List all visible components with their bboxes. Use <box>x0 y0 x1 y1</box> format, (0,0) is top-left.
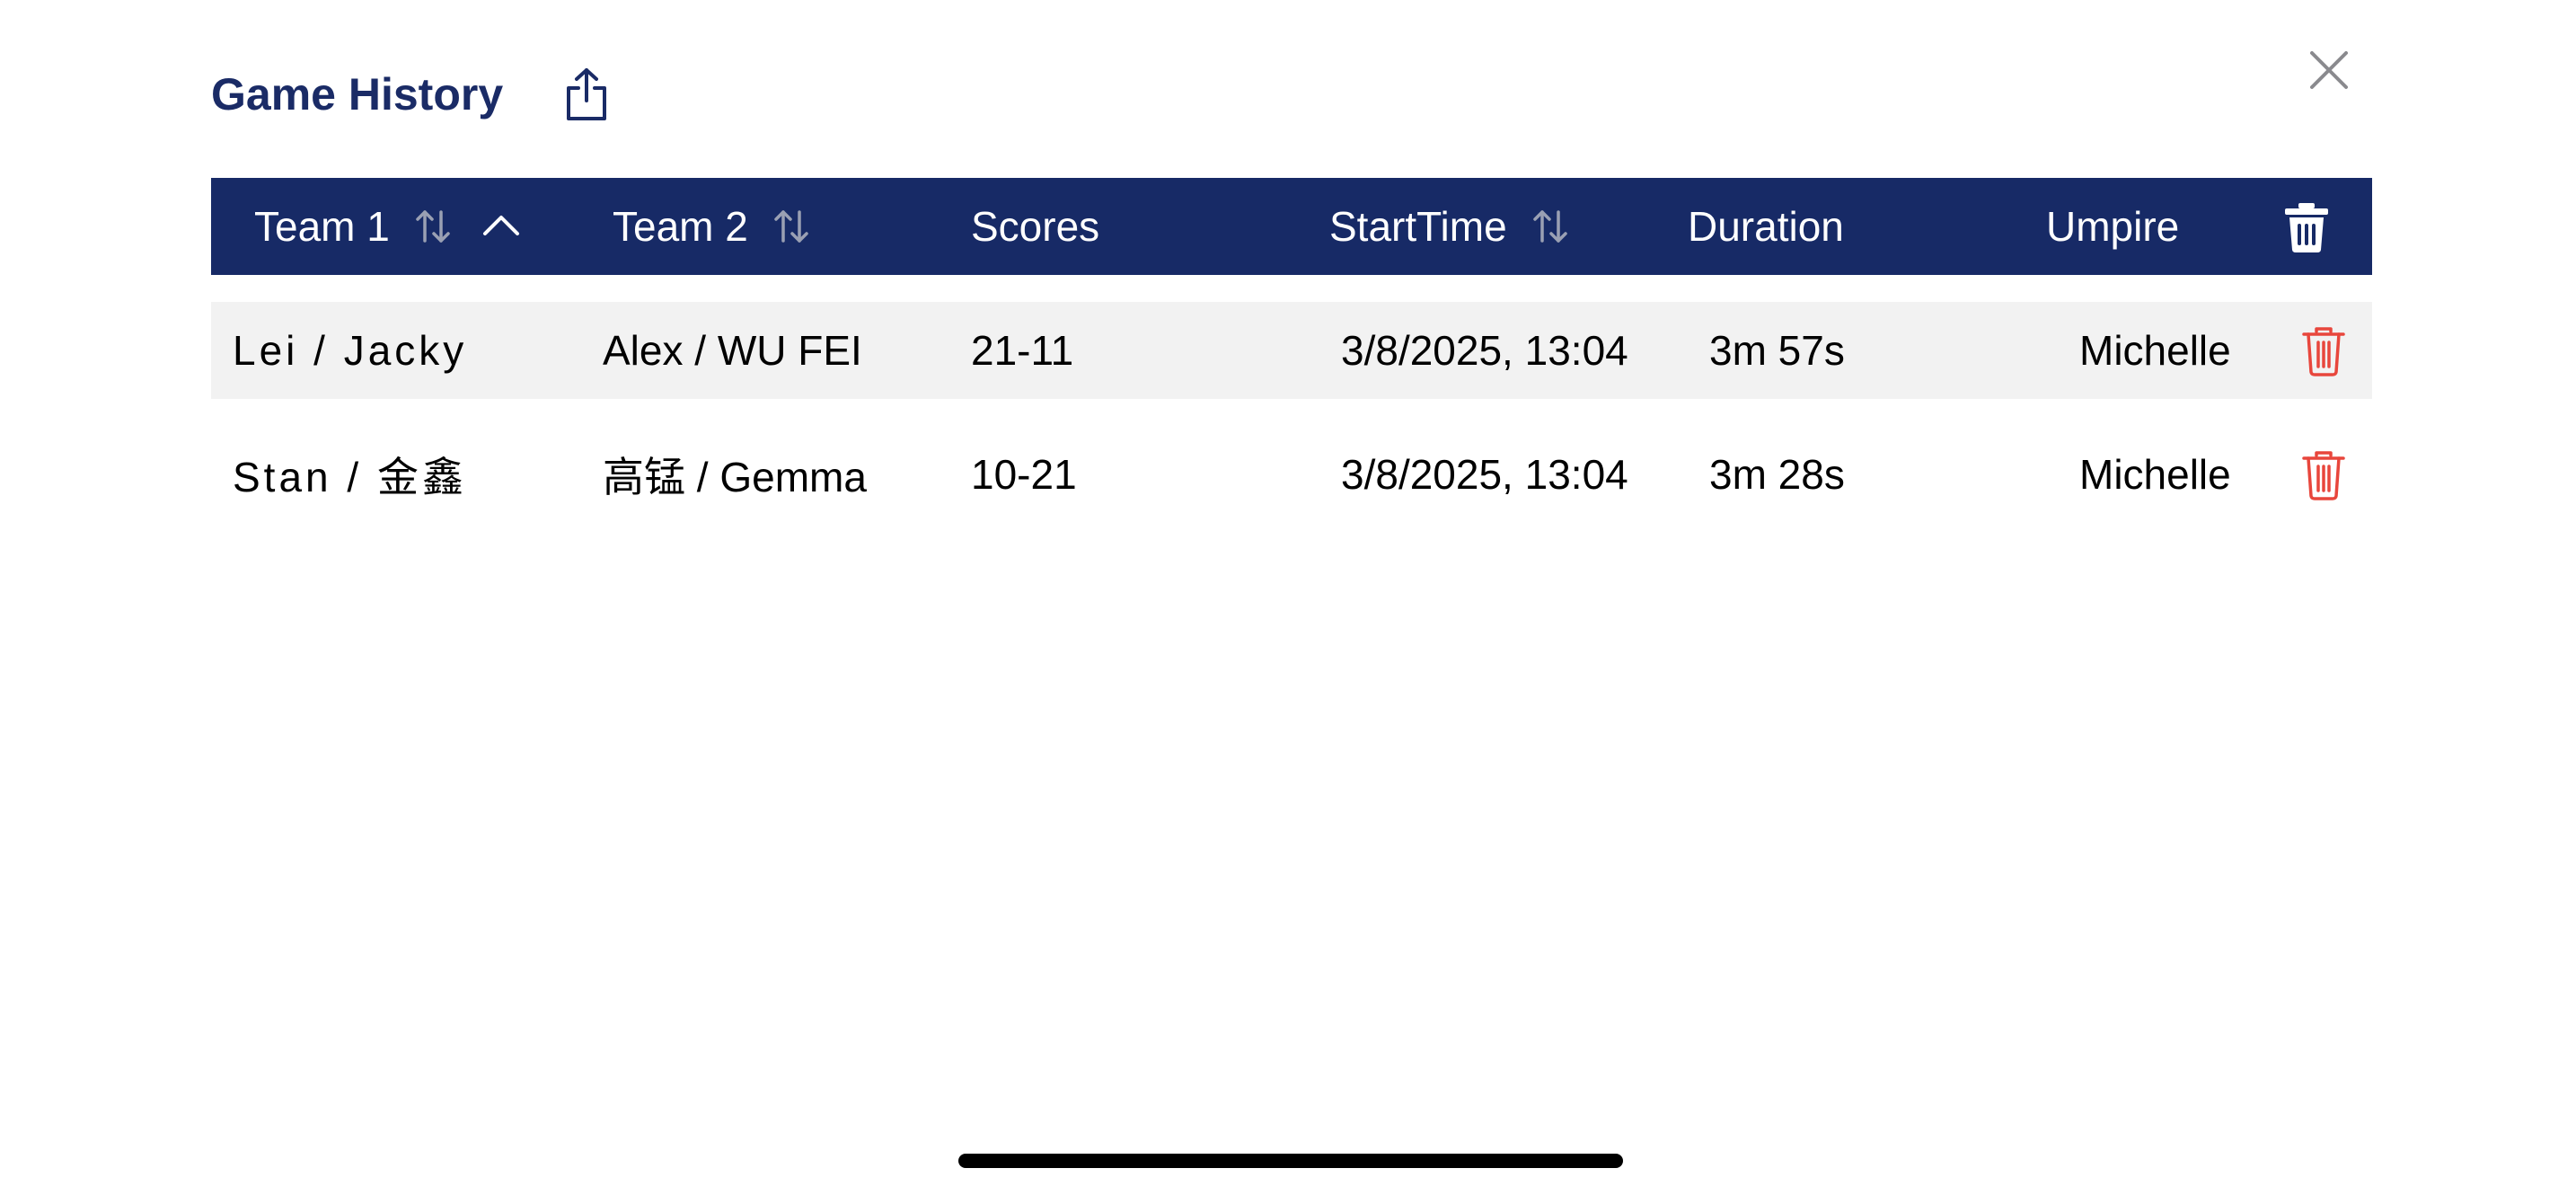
table-row[interactable]: Stan / 金鑫 高锰 / Gemma 10-21 3/8/2025, 13:… <box>211 426 2372 523</box>
trash-icon <box>2302 327 2345 376</box>
table-row[interactable]: Lei / Jacky Alex / WU FEI 21-11 3/8/2025… <box>211 302 2372 399</box>
cell-scores: 21-11 <box>971 327 1074 374</box>
home-indicator[interactable] <box>958 1154 1623 1168</box>
delete-all-button[interactable] <box>2281 201 2332 253</box>
column-label-start-time: StartTime <box>1329 203 1507 250</box>
column-label-team2: Team 2 <box>613 203 748 250</box>
cell-scores: 10-21 <box>971 451 1077 498</box>
chevron-up-icon[interactable] <box>480 205 523 248</box>
sort-icon[interactable] <box>1529 205 1572 248</box>
column-header-duration: Duration <box>1688 178 1844 275</box>
column-header-umpire: Umpire <box>2046 178 2179 275</box>
trash-icon <box>2285 203 2328 252</box>
column-header-start-time[interactable]: StartTime <box>1329 178 1572 275</box>
cell-start-time: 3/8/2025, 13:04 <box>1341 451 1628 498</box>
sort-icon[interactable] <box>770 205 813 248</box>
column-label-duration: Duration <box>1688 203 1844 250</box>
close-button[interactable] <box>2299 40 2359 100</box>
cell-umpire: Michelle <box>2079 327 2231 374</box>
delete-row-button[interactable] <box>2301 450 2346 500</box>
game-history-screen: Game History Team 1 Team 2 Scores StartT… <box>0 0 2576 1186</box>
cell-team1: Lei / Jacky <box>233 327 468 374</box>
cell-team1: Stan / 金鑫 <box>233 454 467 500</box>
cell-duration: 3m 28s <box>1709 451 1845 498</box>
column-label-team1: Team 1 <box>254 203 390 250</box>
cell-start-time: 3/8/2025, 13:04 <box>1341 327 1628 374</box>
cell-umpire: Michelle <box>2079 451 2231 498</box>
cell-team2: Alex / WU FEI <box>603 327 862 374</box>
trash-icon <box>2302 451 2345 500</box>
column-header-team1[interactable]: Team 1 <box>254 178 523 275</box>
column-header-scores: Scores <box>971 178 1099 275</box>
column-label-umpire: Umpire <box>2046 203 2180 250</box>
column-header-team2[interactable]: Team 2 <box>613 178 813 275</box>
cell-team2: 高锰 / Gemma <box>603 454 867 500</box>
share-icon <box>567 68 606 120</box>
column-label-scores: Scores <box>971 203 1100 250</box>
delete-row-button[interactable] <box>2301 326 2346 376</box>
table-header: Team 1 Team 2 Scores StartTime Duration … <box>211 178 2372 275</box>
close-icon <box>2310 51 2348 89</box>
cell-duration: 3m 57s <box>1709 327 1845 374</box>
page-title: Game History <box>211 69 504 119</box>
share-button[interactable] <box>561 66 612 122</box>
sort-icon[interactable] <box>411 205 454 248</box>
game-history-table: Team 1 Team 2 Scores StartTime Duration … <box>211 178 2372 523</box>
